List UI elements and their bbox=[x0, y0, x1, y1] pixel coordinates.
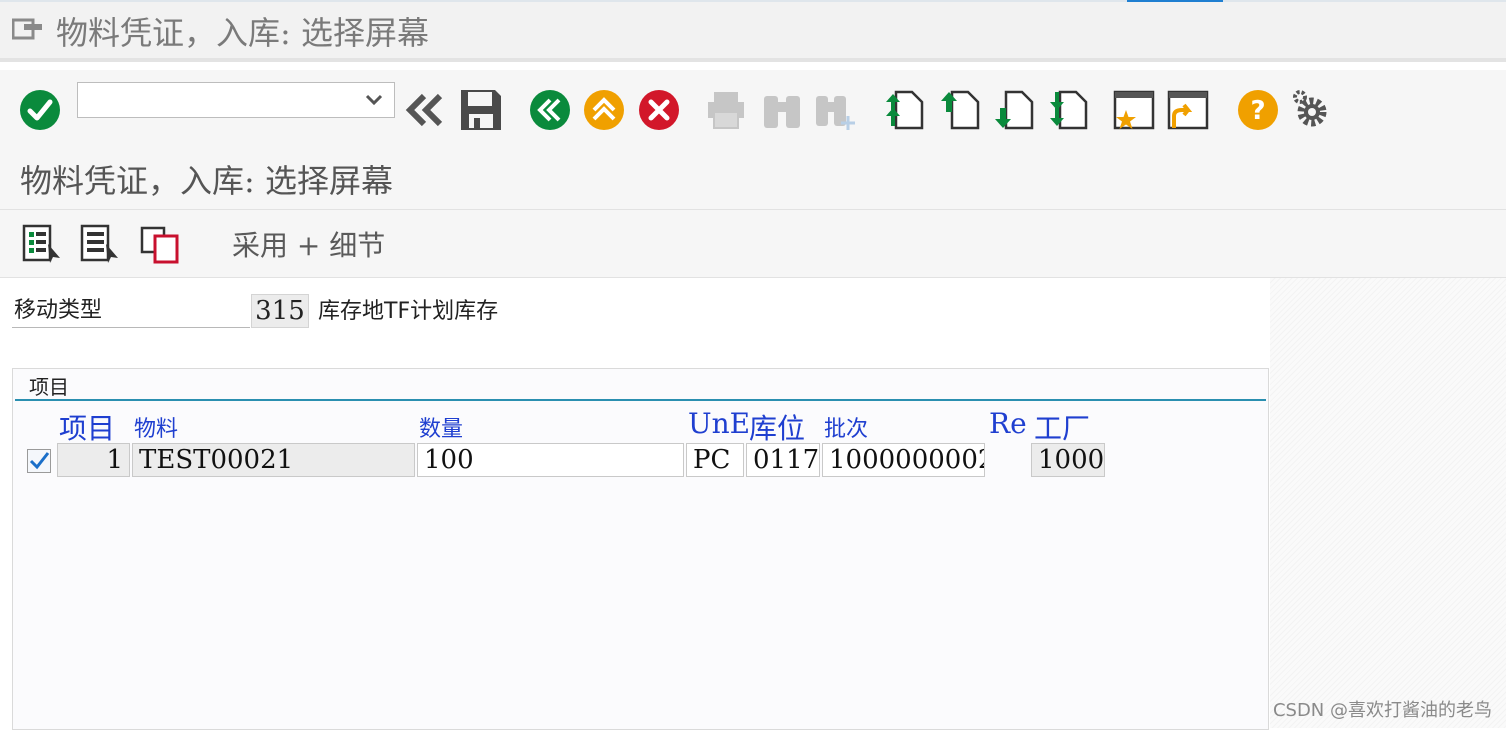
cell-material[interactable]: TEST00021 bbox=[132, 443, 415, 477]
enter-check-icon[interactable] bbox=[18, 88, 62, 132]
checkmark-icon bbox=[29, 452, 50, 470]
last-page-icon[interactable] bbox=[1046, 88, 1090, 132]
movement-type-description: 库存地TF计划库存 bbox=[318, 299, 499, 324]
header-plant[interactable]: 工厂 bbox=[1034, 407, 1090, 447]
exit-icon[interactable] bbox=[582, 88, 626, 132]
window-titlebar: 物料凭证，入库: 选择屏幕 bbox=[0, 2, 1506, 62]
adopt-details-button[interactable]: 采用 + 细节 bbox=[232, 224, 385, 264]
find-icon bbox=[764, 96, 800, 128]
cell-plant[interactable]: 1000 bbox=[1031, 443, 1105, 477]
page-title: 物料凭证，入库: 选择屏幕 bbox=[20, 162, 393, 200]
system-toolbar: ? bbox=[0, 70, 1506, 146]
header-re[interactable]: Re bbox=[989, 407, 1027, 440]
panel-divider bbox=[15, 399, 1266, 401]
cell-storage-location[interactable]: 0117 bbox=[746, 443, 820, 477]
command-field[interactable] bbox=[77, 82, 395, 118]
header-batch[interactable]: 批次 bbox=[824, 411, 868, 443]
cell-item: 1 bbox=[57, 443, 130, 477]
svg-text:?: ? bbox=[1250, 96, 1265, 126]
create-session-icon[interactable] bbox=[1112, 88, 1156, 132]
deselect-all-icon[interactable] bbox=[80, 224, 120, 264]
items-panel-title: 项目 bbox=[29, 375, 69, 399]
watermark: CSDN @喜欢打酱油的老鸟 bbox=[1272, 700, 1492, 721]
items-panel: 项目 项目 物料 数量 UnE 库位 批次 Re 工厂 1 TEST00021 … bbox=[12, 368, 1269, 730]
next-page-icon[interactable] bbox=[992, 88, 1036, 132]
command-input[interactable] bbox=[82, 84, 366, 118]
header-quantity[interactable]: 数量 bbox=[419, 411, 463, 443]
cell-unit[interactable]: PC bbox=[686, 443, 744, 477]
window-title: 物料凭证，入库: 选择屏幕 bbox=[56, 14, 429, 52]
print-icon bbox=[708, 92, 744, 129]
empty-area bbox=[1270, 278, 1506, 728]
header-unit[interactable]: UnE bbox=[688, 407, 750, 440]
header-material[interactable]: 物料 bbox=[134, 411, 178, 443]
window-menu-icon[interactable] bbox=[12, 16, 44, 42]
double-back-icon[interactable] bbox=[404, 88, 448, 132]
help-icon[interactable]: ? bbox=[1236, 88, 1280, 132]
save-icon[interactable] bbox=[459, 88, 503, 132]
command-dropdown-icon[interactable] bbox=[364, 91, 384, 109]
header-item[interactable]: 项目 bbox=[59, 407, 115, 447]
shortcut-icon[interactable] bbox=[1166, 88, 1210, 132]
header-storage-location[interactable]: 库位 bbox=[749, 407, 805, 447]
application-toolbar: 采用 + 细节 bbox=[0, 210, 1506, 278]
cell-quantity[interactable]: 100 bbox=[417, 443, 684, 477]
row-select-checkbox[interactable] bbox=[27, 449, 51, 473]
settings-icon[interactable] bbox=[1290, 88, 1334, 132]
cell-batch[interactable]: 1000000002 bbox=[822, 443, 985, 477]
first-page-icon[interactable] bbox=[882, 88, 926, 132]
screen-title-bar: 物料凭证，入库: 选择屏幕 bbox=[0, 146, 1506, 210]
delete-item-icon[interactable] bbox=[140, 224, 180, 264]
select-all-icon[interactable] bbox=[22, 224, 62, 264]
movement-type-field[interactable]: 315 bbox=[251, 294, 309, 328]
previous-page-icon[interactable] bbox=[938, 88, 982, 132]
movement-type-label: 移动类型 bbox=[12, 294, 250, 328]
back-icon[interactable] bbox=[528, 88, 572, 132]
find-next-icon bbox=[816, 96, 855, 130]
cancel-icon[interactable] bbox=[637, 88, 681, 132]
